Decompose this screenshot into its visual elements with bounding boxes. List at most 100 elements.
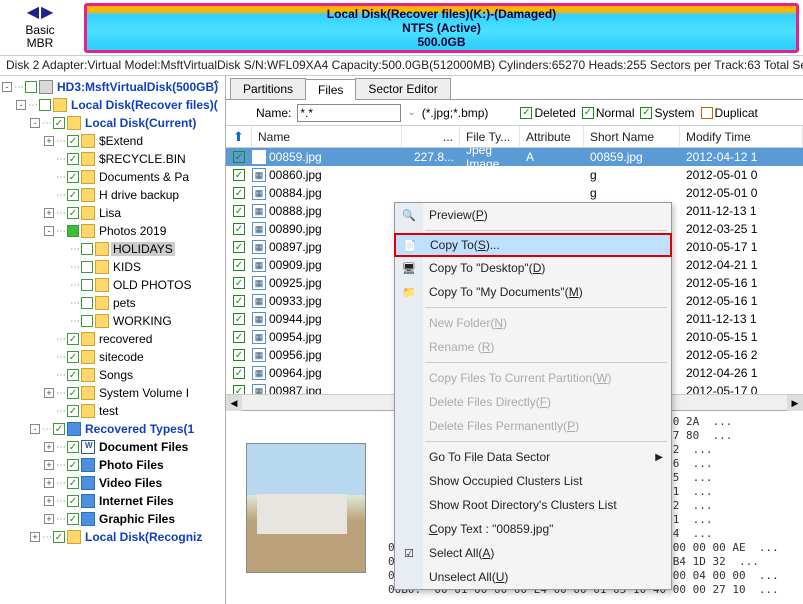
tree-checkbox[interactable]: ✓ (67, 351, 79, 363)
tree-checkbox[interactable]: ✓ (53, 531, 65, 543)
file-checkbox[interactable]: ✓ (233, 223, 245, 235)
tree-node[interactable]: +⋯✓Graphic Files (2, 510, 225, 528)
col-size[interactable]: ... (402, 126, 460, 147)
file-checkbox[interactable]: ✓ (233, 313, 245, 325)
expand-icon[interactable]: - (30, 118, 40, 128)
tree-node[interactable]: ⋯pets (2, 294, 225, 312)
tab-partitions[interactable]: Partitions (230, 78, 306, 99)
expand-icon[interactable] (44, 352, 54, 362)
tree-node[interactable]: ⋯HOLIDAYS (2, 240, 225, 258)
expand-icon[interactable] (58, 262, 68, 272)
tree-checkbox[interactable]: ✓ (67, 387, 79, 399)
tree-checkbox[interactable]: ✓ (53, 423, 65, 435)
duplicate-check[interactable]: Duplicat (701, 106, 758, 120)
expand-icon[interactable]: - (16, 100, 26, 110)
expand-icon[interactable] (44, 154, 54, 164)
tree-node[interactable]: ⋯✓Songs (2, 366, 225, 384)
disk-banner[interactable]: Local Disk(Recover files)(K:)-(Damaged) … (84, 3, 799, 53)
expand-icon[interactable]: + (44, 478, 54, 488)
expand-icon[interactable] (58, 316, 68, 326)
tree-node[interactable]: +⋯✓Lisa (2, 204, 225, 222)
tree-checkbox[interactable] (81, 243, 93, 255)
file-checkbox[interactable]: ✓ (233, 367, 245, 379)
file-checkbox[interactable]: ✓ (233, 295, 245, 307)
system-check[interactable]: ✓System (640, 106, 694, 120)
tree-node[interactable]: ⋯✓$RECYCLE.BIN (2, 150, 225, 168)
tree-checkbox[interactable]: ✓ (67, 405, 79, 417)
menu-item[interactable]: Go To File Data Sector▶ (395, 445, 671, 469)
file-checkbox[interactable]: ✓ (233, 169, 245, 181)
tree-checkbox[interactable]: ✓ (67, 135, 79, 147)
tree-node[interactable]: ⋯WORKING (2, 312, 225, 330)
tree-node[interactable]: -⋯HD3:MsftVirtualDisk(500GB) (2, 78, 225, 96)
expand-icon[interactable]: - (30, 424, 40, 434)
file-checkbox[interactable]: ✓ (233, 349, 245, 361)
tab-files[interactable]: Files (305, 79, 356, 100)
menu-item[interactable]: 📁Copy To "My Documents"(M) (395, 280, 671, 304)
tree-node[interactable]: +⋯✓Video Files (2, 474, 225, 492)
expand-icon[interactable]: + (44, 388, 54, 398)
expand-icon[interactable]: + (44, 514, 54, 524)
tree-node[interactable]: +⋯✓System Volume I (2, 384, 225, 402)
file-checkbox[interactable]: ✓ (233, 205, 245, 217)
menu-item[interactable]: Show Root Directory's Clusters List (395, 493, 671, 517)
tree-node[interactable]: -⋯✓Local Disk(Current) (2, 114, 225, 132)
col-name[interactable]: Name (252, 126, 402, 147)
expand-icon[interactable] (58, 298, 68, 308)
col-attr[interactable]: Attribute (520, 126, 584, 147)
file-row[interactable]: ✓▦00859.jpg227.8...Jpeg ImageA00859.jpg2… (226, 148, 803, 166)
expand-icon[interactable]: + (44, 208, 54, 218)
menu-item[interactable]: Show Occupied Clusters List (395, 469, 671, 493)
menu-item[interactable]: 📄Copy To(S)... (394, 233, 672, 257)
col-modify[interactable]: Modify Time (680, 126, 803, 147)
normal-check[interactable]: ✓Normal (582, 106, 635, 120)
tree-node[interactable]: +⋯✓Photo Files (2, 456, 225, 474)
menu-item[interactable]: 🔍Preview(P) (395, 203, 671, 227)
tree-node[interactable]: -⋯Local Disk(Recover files)( (2, 96, 225, 114)
name-filter-input[interactable] (297, 104, 401, 122)
deleted-check[interactable]: ✓Deleted (520, 106, 575, 120)
tree-checkbox[interactable]: ✓ (67, 333, 79, 345)
expand-icon[interactable] (44, 334, 54, 344)
tree-node[interactable]: +⋯✓Internet Files (2, 492, 225, 510)
tree-checkbox[interactable]: ✓ (67, 171, 79, 183)
tree-checkbox[interactable] (25, 81, 37, 93)
expand-icon[interactable] (58, 280, 68, 290)
nav-fwd-icon[interactable]: ▶ (41, 2, 53, 22)
file-checkbox[interactable]: ✓ (233, 259, 245, 271)
expand-icon[interactable]: - (44, 226, 54, 236)
tree-checkbox[interactable] (81, 279, 93, 291)
col-shortname[interactable]: Short Name (584, 126, 680, 147)
expand-icon[interactable]: + (44, 460, 54, 470)
tree-node[interactable]: ⋯KIDS (2, 258, 225, 276)
expand-icon[interactable]: + (30, 532, 40, 542)
thumbnail-image[interactable] (246, 443, 366, 573)
tree-checkbox[interactable]: ✓ (67, 459, 79, 471)
tree-node[interactable]: -⋯✓Recovered Types(1 (2, 420, 225, 438)
expand-icon[interactable] (44, 370, 54, 380)
tree-node[interactable]: ⋯✓test (2, 402, 225, 420)
tree-node[interactable]: ⋯✓recovered (2, 330, 225, 348)
expand-icon[interactable] (44, 190, 54, 200)
expand-icon[interactable]: - (2, 82, 12, 92)
tree-node[interactable]: ⋯✓H drive backup (2, 186, 225, 204)
menu-item[interactable]: Unselect All(U) (395, 565, 671, 589)
tree-node[interactable]: +⋯✓$Extend (2, 132, 225, 150)
tree-checkbox[interactable] (81, 261, 93, 273)
tree-node[interactable]: ⋯OLD PHOTOS (2, 276, 225, 294)
tree-checkbox[interactable]: ✓ (67, 153, 79, 165)
menu-item[interactable]: 🖥Copy To "Desktop"(D) (395, 256, 671, 280)
tree-checkbox[interactable]: ✓ (67, 513, 79, 525)
tab-sector-editor[interactable]: Sector Editor (355, 78, 450, 99)
dropdown-icon[interactable]: ⌄ (407, 107, 415, 118)
tree-checkbox[interactable]: ✓ (67, 369, 79, 381)
col-type[interactable]: File Ty... (460, 126, 520, 147)
tree-node[interactable]: ⋯✓Documents & Pa (2, 168, 225, 186)
tree-checkbox[interactable]: ✓ (67, 477, 79, 489)
up-folder-icon[interactable]: ⬆ (232, 129, 245, 145)
tree-checkbox[interactable]: ✓ (53, 117, 65, 129)
tree-node[interactable]: -⋯Photos 2019 (2, 222, 225, 240)
tree-checkbox[interactable]: ✓ (67, 189, 79, 201)
expand-icon[interactable] (44, 172, 54, 182)
tree-checkbox[interactable]: ✓ (67, 441, 79, 453)
